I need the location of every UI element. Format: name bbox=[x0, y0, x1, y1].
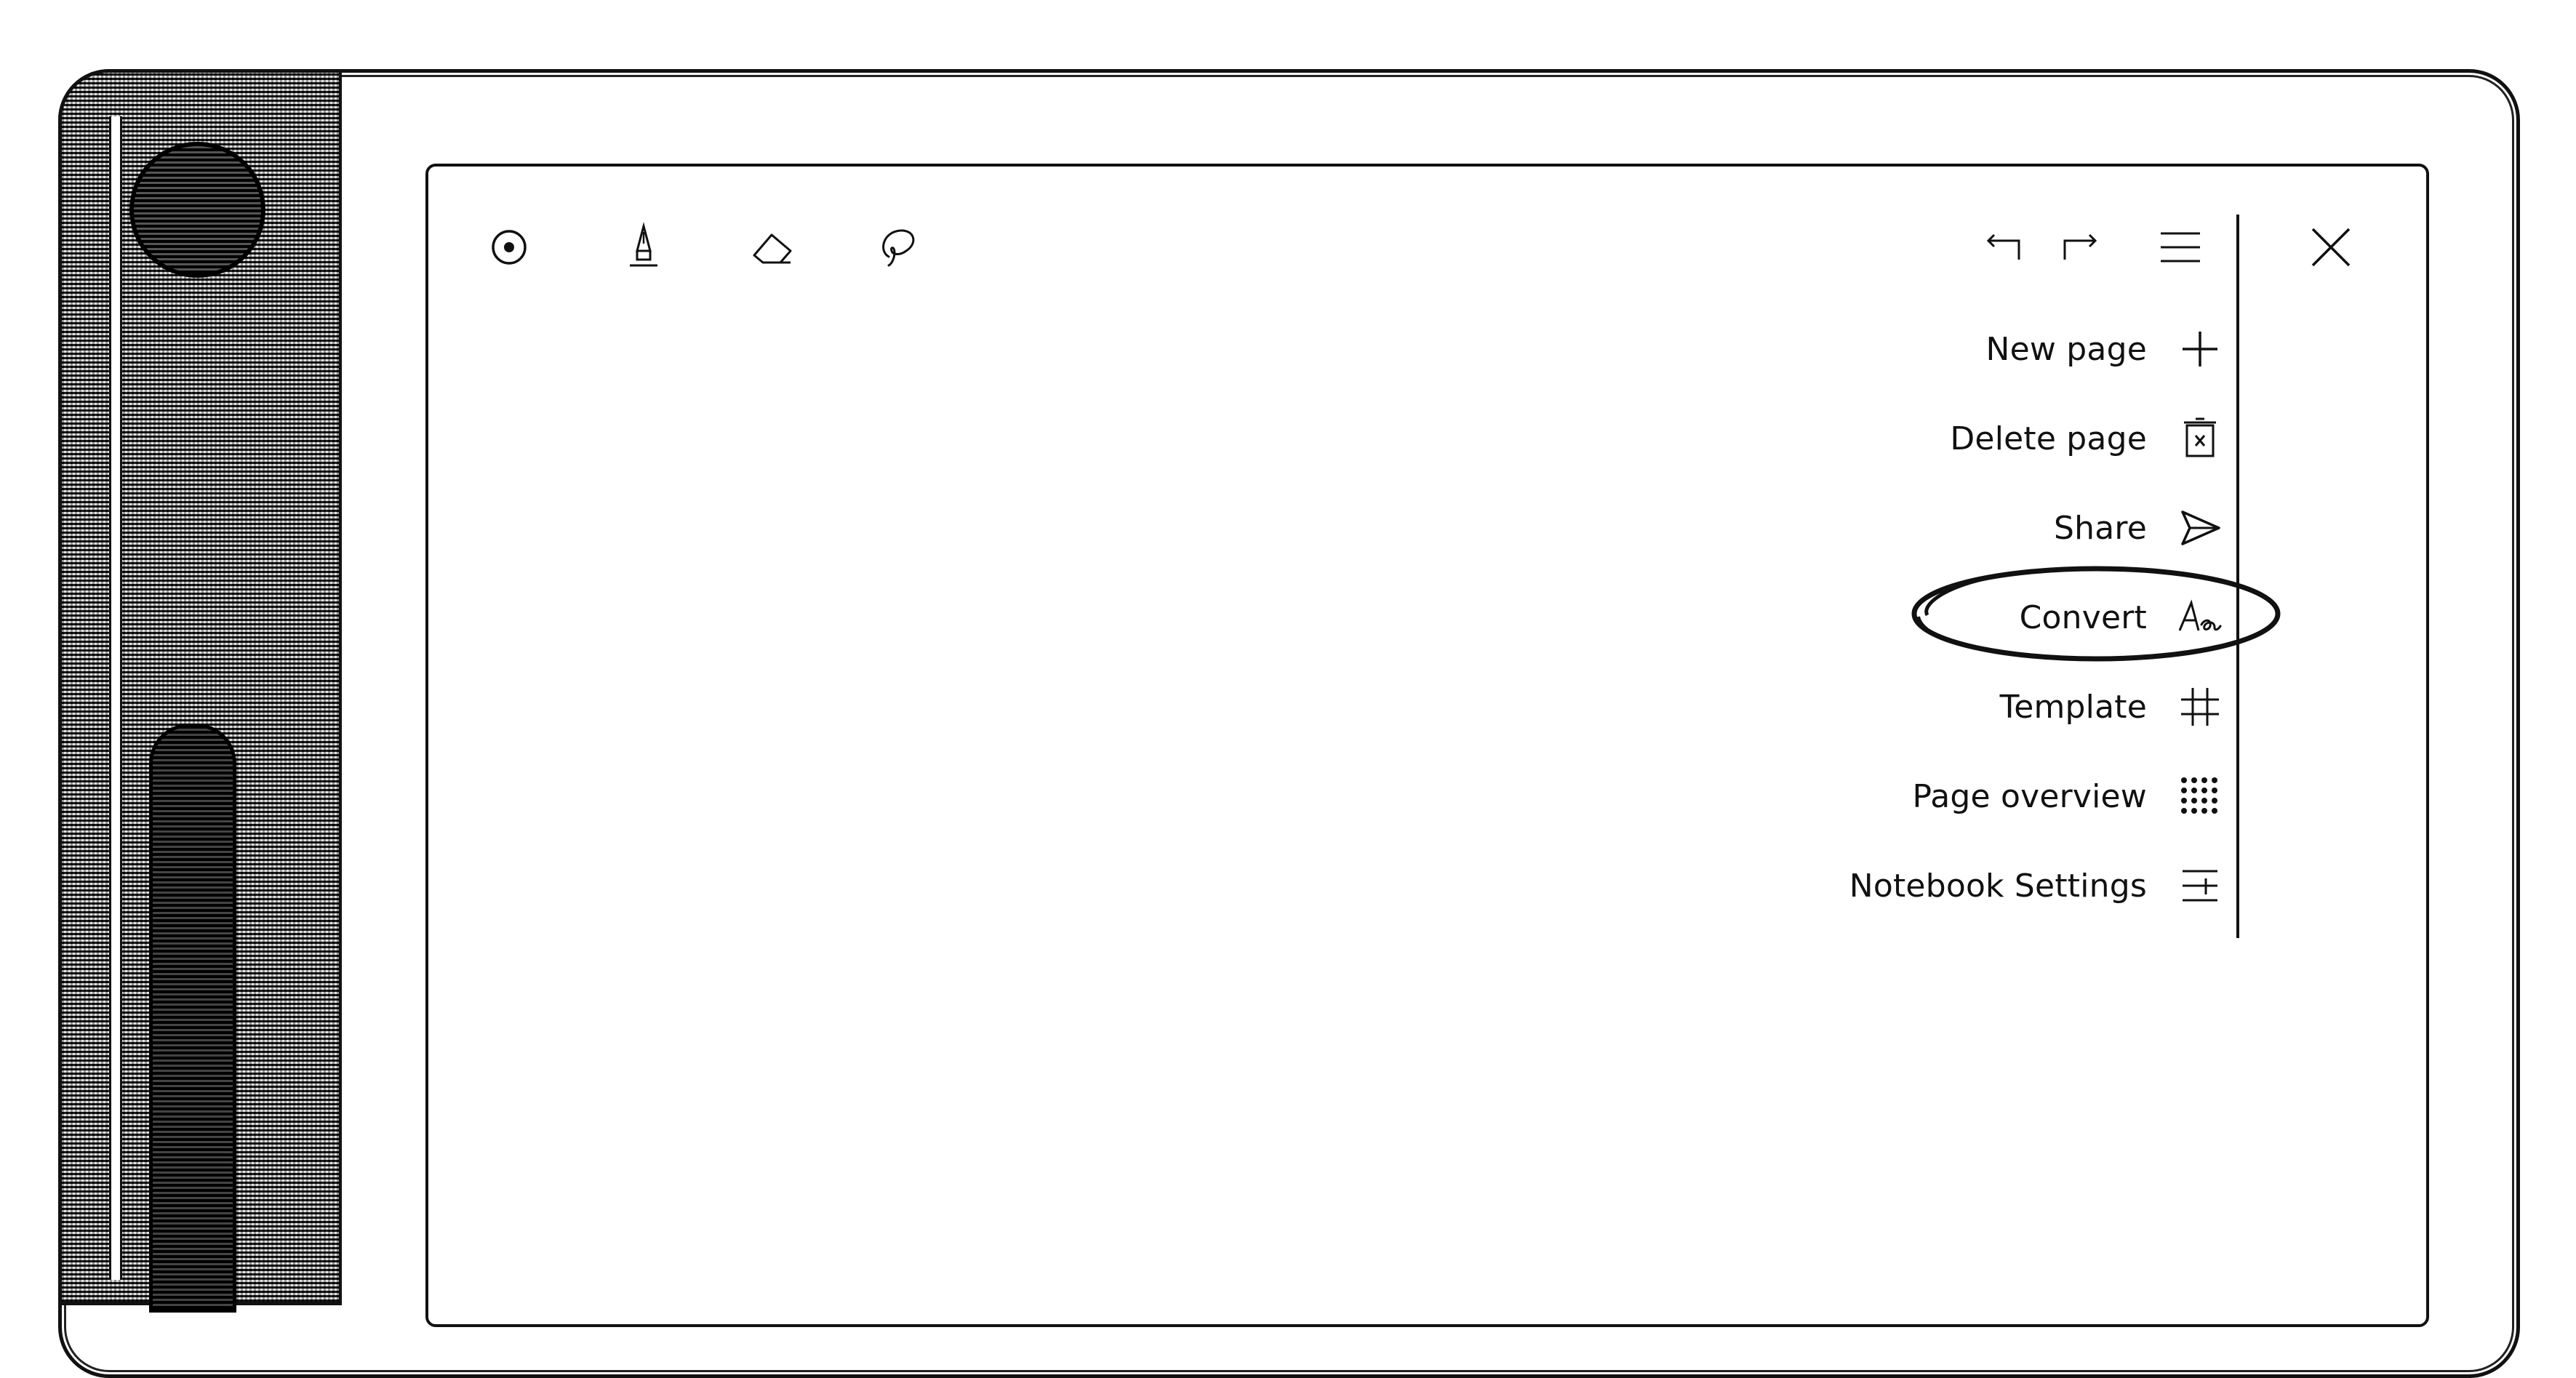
menu-item-new-page[interactable]: New page bbox=[1673, 316, 2225, 382]
menu-item-template[interactable]: Template bbox=[1673, 674, 2225, 740]
menu-item-notebook-settings[interactable]: Notebook Settings bbox=[1673, 853, 2225, 918]
close-button[interactable] bbox=[2302, 218, 2360, 276]
menu-item-convert[interactable]: Convert bbox=[1673, 585, 2225, 650]
pen-tool-button[interactable] bbox=[615, 218, 673, 276]
menu-item-label: Delete page bbox=[1950, 420, 2147, 457]
undo-button[interactable] bbox=[1975, 218, 2033, 276]
menu-item-label: Page overview bbox=[1912, 777, 2147, 815]
folio-stitch-edge bbox=[109, 116, 122, 1280]
dots-grid-icon bbox=[2175, 771, 2225, 822]
menu-item-label: Template bbox=[1999, 688, 2147, 726]
menu-button[interactable] bbox=[2151, 218, 2209, 276]
radio-dot-icon bbox=[492, 230, 527, 265]
settings-lines-icon bbox=[2175, 860, 2225, 911]
lasso-tool-button[interactable] bbox=[869, 218, 927, 276]
selection-tool-button[interactable] bbox=[480, 218, 538, 276]
eraser-tool-button[interactable] bbox=[743, 218, 801, 276]
menu-item-delete-page[interactable]: Delete page bbox=[1673, 406, 2225, 471]
plus-icon bbox=[2175, 324, 2225, 374]
menu-item-label: Convert bbox=[2019, 598, 2147, 636]
grid-icon bbox=[2175, 681, 2225, 732]
send-icon bbox=[2175, 502, 2225, 553]
eraser-icon bbox=[753, 233, 792, 264]
menu-item-label: New page bbox=[1985, 330, 2147, 368]
redo-button[interactable] bbox=[2051, 218, 2109, 276]
redo-icon bbox=[2063, 233, 2097, 260]
close-icon bbox=[2311, 228, 2351, 267]
lasso-icon bbox=[882, 229, 915, 267]
handwriting-convert-icon bbox=[2175, 592, 2225, 643]
hamburger-icon bbox=[2161, 232, 2200, 263]
fountain-pen-icon bbox=[630, 222, 657, 267]
menu-item-label: Notebook Settings bbox=[1849, 867, 2147, 905]
menu-item-page-overview[interactable]: Page overview bbox=[1673, 764, 2225, 829]
menu-item-share[interactable]: Share bbox=[1673, 495, 2225, 561]
menu-item-label: Share bbox=[2054, 509, 2147, 547]
folio-clasp bbox=[129, 142, 265, 278]
trash-icon bbox=[2175, 413, 2225, 464]
undo-icon bbox=[1986, 233, 2020, 260]
marker-pen bbox=[149, 724, 236, 1313]
